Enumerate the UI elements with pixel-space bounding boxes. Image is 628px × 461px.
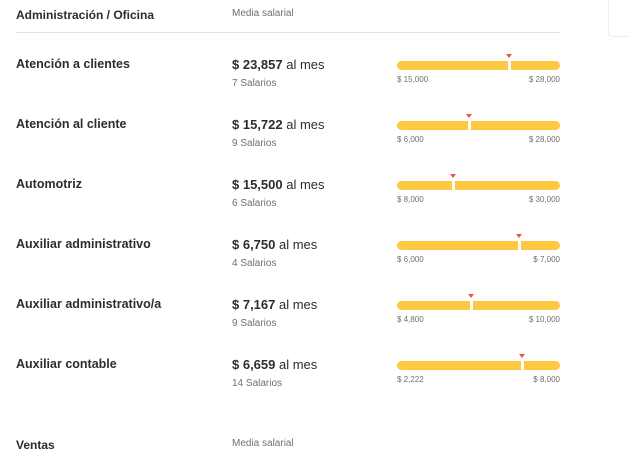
- job-title-link[interactable]: Auxiliar administrativo: [16, 237, 151, 251]
- salary-pointer-icon: [516, 234, 522, 238]
- average-salary: $ 15,722 al mes: [232, 117, 325, 132]
- salary-amount: $ 15,500: [232, 177, 283, 192]
- salary-range: $ 6,000 $ 28,000: [397, 114, 560, 147]
- range-max-label: $ 28,000: [528, 75, 560, 84]
- job-title-link[interactable]: Atención al cliente: [16, 117, 126, 131]
- salary-range: $ 6,000 $ 7,000: [397, 234, 560, 267]
- job-title-link[interactable]: Auxiliar administrativo/a: [16, 297, 161, 311]
- range-min-label: $ 4,800: [397, 315, 424, 324]
- section-title-next: Ventas: [16, 438, 55, 452]
- range-min-label: $ 6,000: [397, 135, 424, 144]
- average-salary: $ 6,750 al mes: [232, 237, 317, 252]
- average-salary: $ 7,167 al mes: [232, 297, 317, 312]
- salary-range-bar: [397, 61, 560, 70]
- salary-row: Auxiliar administrativo/a $ 7,167 al mes 9…: [16, 294, 560, 345]
- salary-range-bar: [397, 241, 560, 250]
- salary-row: Auxiliar administrativo $ 6,750 al mes 4 S…: [16, 234, 560, 285]
- salary-row: Atención a clientes $ 23,857 al mes 7 Sala…: [16, 54, 560, 105]
- salary-pointer-icon: [519, 354, 525, 358]
- salary-range: $ 15,000 $ 28,000: [397, 54, 560, 87]
- salary-position-marker: [521, 361, 524, 370]
- section-title: Administración / Oficina: [16, 8, 155, 22]
- salary-count-link[interactable]: 6 Salarios: [232, 198, 276, 209]
- range-max-label: $ 7,000: [533, 255, 560, 264]
- salary-range: $ 2,222 $ 8,000: [397, 354, 560, 387]
- range-max-label: $ 8,000: [533, 375, 560, 384]
- salary-range-bar: [397, 301, 560, 310]
- salary-pointer-icon: [468, 294, 474, 298]
- range-min-label: $ 15,000: [397, 75, 429, 84]
- salary-period: al mes: [286, 177, 325, 192]
- salary-count-link[interactable]: 4 Salarios: [232, 258, 276, 269]
- salary-amount: $ 6,659: [232, 357, 276, 372]
- range-max-label: $ 30,000: [528, 195, 560, 204]
- salary-position-marker: [508, 61, 511, 70]
- range-min-label: $ 2,222: [397, 375, 424, 384]
- salary-count-link[interactable]: 7 Salarios: [232, 78, 276, 89]
- average-salary: $ 15,500 al mes: [232, 177, 325, 192]
- salary-row: Atención al cliente $ 15,722 al mes 9 Sala…: [16, 114, 560, 165]
- section-header-administracion: Administración / Oficina Media salarial: [16, 6, 560, 26]
- salary-amount: $ 6,750: [232, 237, 276, 252]
- salary-count-link[interactable]: 9 Salarios: [232, 138, 276, 149]
- salary-amount: $ 23,857: [232, 57, 283, 72]
- job-title-link[interactable]: Auxiliar contable: [16, 357, 117, 371]
- salary-pointer-icon: [466, 114, 472, 118]
- section-divider: [16, 32, 560, 33]
- salary-row: Auxiliar contable $ 6,659 al mes 14 Salari…: [16, 354, 560, 405]
- salary-count-link[interactable]: 9 Salarios: [232, 318, 276, 329]
- salary-period: al mes: [279, 237, 318, 252]
- average-salary: $ 23,857 al mes: [232, 57, 325, 72]
- job-title-link[interactable]: Automotriz: [16, 177, 82, 191]
- salary-row: Automotriz $ 15,500 al mes 6 Salarios $ 8,0…: [16, 174, 560, 225]
- range-min-label: $ 6,000: [397, 255, 424, 264]
- salary-position-marker: [468, 121, 471, 130]
- average-salary: $ 6,659 al mes: [232, 357, 317, 372]
- column-label-media-salarial-next: Media salarial: [232, 438, 294, 449]
- salary-range-bar: [397, 181, 560, 190]
- section-header-ventas: Ventas Media salarial: [16, 436, 560, 456]
- range-max-label: $ 28,000: [528, 135, 560, 144]
- salary-position-marker: [518, 241, 521, 250]
- salary-position-marker: [470, 301, 473, 310]
- salary-range: $ 4,800 $ 10,000: [397, 294, 560, 327]
- salary-position-marker: [452, 181, 455, 190]
- salary-amount: $ 7,167: [232, 297, 276, 312]
- salary-amount: $ 15,722: [232, 117, 283, 132]
- salary-count-link[interactable]: 14 Salarios: [232, 378, 282, 389]
- side-card-edge: [608, 0, 628, 37]
- range-min-label: $ 8,000: [397, 195, 424, 204]
- salary-range-bar: [397, 361, 560, 370]
- salary-range-bar: [397, 121, 560, 130]
- salary-period: al mes: [279, 357, 318, 372]
- salary-pointer-icon: [450, 174, 456, 178]
- salary-pointer-icon: [506, 54, 512, 58]
- salary-range: $ 8,000 $ 30,000: [397, 174, 560, 207]
- column-label-media-salarial: Media salarial: [232, 8, 294, 19]
- salary-period: al mes: [286, 57, 325, 72]
- job-title-link[interactable]: Atención a clientes: [16, 57, 130, 71]
- range-max-label: $ 10,000: [528, 315, 560, 324]
- salary-period: al mes: [279, 297, 318, 312]
- salary-period: al mes: [286, 117, 325, 132]
